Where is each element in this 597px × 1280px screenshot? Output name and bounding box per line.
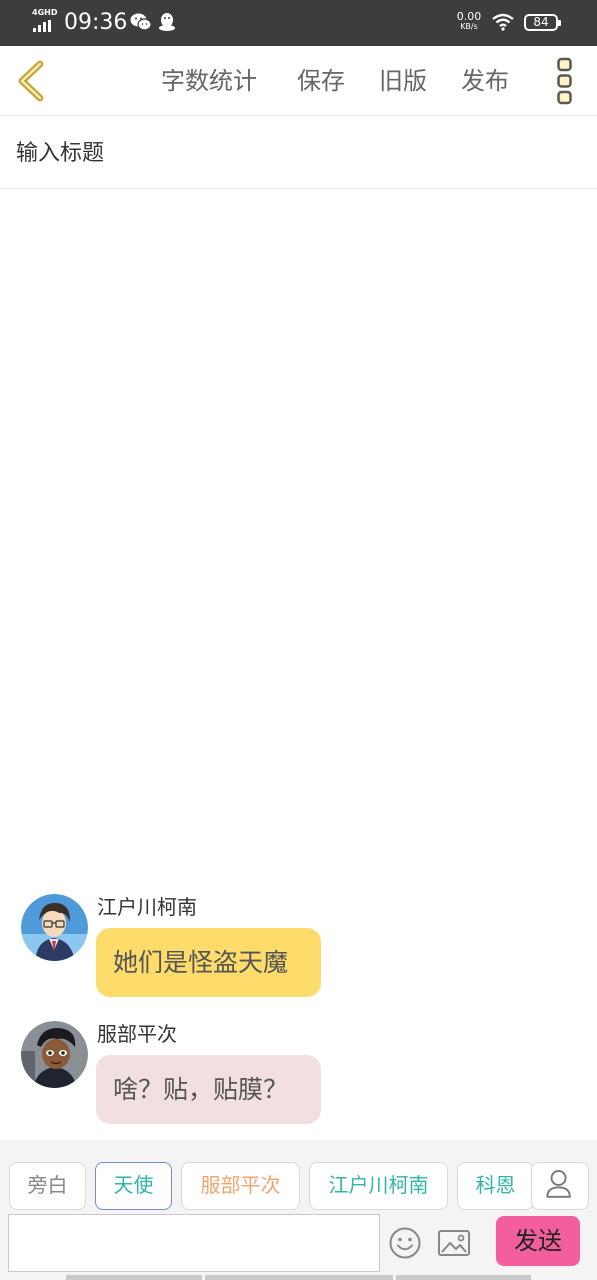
wechat-icon <box>130 13 152 31</box>
send-button[interactable]: 发送 <box>496 1216 580 1266</box>
character-avatar[interactable] <box>21 1021 88 1088</box>
signal-icon <box>33 20 55 32</box>
word-count-button[interactable]: 字数统计 <box>161 65 257 97</box>
smiley-icon[interactable] <box>388 1226 422 1260</box>
chat-message: 江户川柯南 她们是怪盗天魔 <box>0 890 597 1000</box>
editor-header: 字数统计 保存 旧版 发布 <box>0 46 597 116</box>
chat-message: 服部平次 啥？贴，贴膜？ <box>0 1018 597 1128</box>
clock: 09:36 <box>64 10 128 35</box>
save-button[interactable]: 保存 <box>297 65 345 97</box>
role-tab-narrator[interactable]: 旁白 <box>9 1162 86 1210</box>
qq-icon <box>159 13 175 31</box>
old-version-button[interactable]: 旧版 <box>379 65 427 97</box>
screen: 4GHD 09:36 0.00 KB/s 84 字数统计 保存 旧版 发布 输入… <box>0 0 597 1280</box>
network-type: 4GHD <box>32 8 58 17</box>
sender-name: 江户川柯南 <box>97 895 197 919</box>
bottom-divider <box>66 1275 202 1280</box>
wifi-icon <box>492 13 514 31</box>
publish-button[interactable]: 发布 <box>461 65 509 97</box>
network-speed: 0.00 KB/s <box>452 10 486 32</box>
bottom-divider <box>396 1275 531 1280</box>
status-bar: 4GHD 09:36 0.00 KB/s 84 <box>0 0 597 46</box>
bottom-divider <box>205 1275 393 1280</box>
message-input[interactable] <box>8 1214 380 1272</box>
image-icon[interactable] <box>437 1228 471 1258</box>
title-input[interactable] <box>16 135 576 171</box>
sender-name: 服部平次 <box>97 1022 177 1046</box>
user-icon <box>546 1170 571 1198</box>
message-bubble[interactable]: 她们是怪盗天魔 <box>96 928 321 997</box>
character-avatar[interactable] <box>21 894 88 961</box>
speed-unit: KB/s <box>460 22 478 31</box>
title-row <box>0 117 597 189</box>
user-button[interactable] <box>531 1162 589 1210</box>
more-vertical-icon[interactable] <box>550 56 580 106</box>
role-tab-hattori[interactable]: 服部平次 <box>181 1162 300 1210</box>
composer-panel: 旁白 天使 服部平次 江户川柯南 科恩 发送 <box>0 1140 597 1280</box>
chevron-left-icon <box>18 60 44 102</box>
battery-indicator: 84 <box>524 14 561 31</box>
message-bubble[interactable]: 啥？贴，贴膜？ <box>96 1055 321 1124</box>
back-button[interactable] <box>12 58 52 104</box>
role-tab-conan[interactable]: 江户川柯南 <box>309 1162 448 1210</box>
role-tab-angel[interactable]: 天使 <box>95 1162 172 1210</box>
speed-value: 0.00 <box>456 10 482 23</box>
role-tab-cohen[interactable]: 科恩 <box>457 1162 534 1210</box>
